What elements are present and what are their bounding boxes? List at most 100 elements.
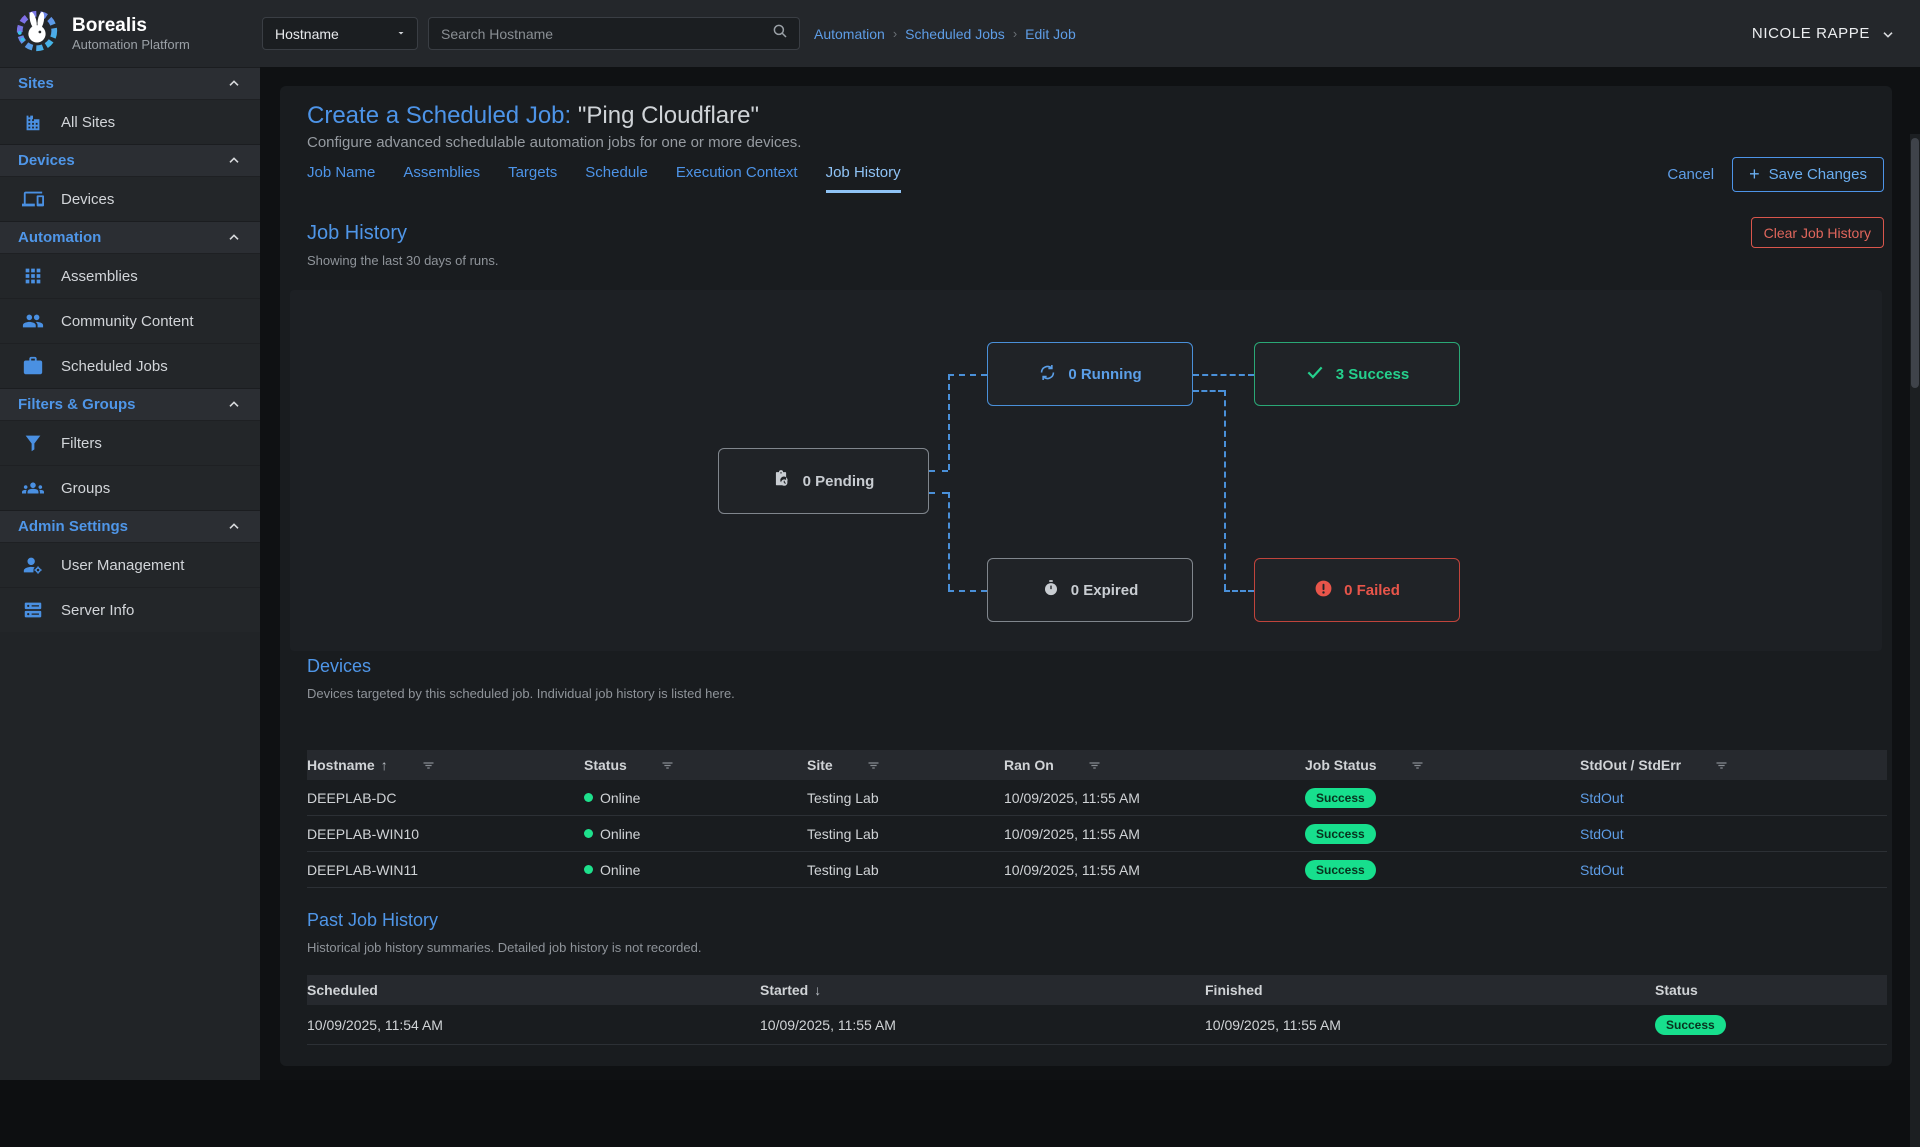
stdout-link[interactable]: StdOut (1580, 790, 1624, 806)
devices-icon (22, 188, 44, 210)
sidebar-section-automation[interactable]: Automation (0, 221, 260, 253)
hostname-select[interactable]: Hostname (262, 17, 418, 50)
filter-list-icon[interactable] (1410, 758, 1425, 773)
column-header-status[interactable]: Status (584, 757, 627, 773)
column-header-site[interactable]: Site (807, 757, 833, 773)
sidebar: Borealis Automation Platform Sites All S… (0, 0, 260, 1080)
sidebar-item-devices[interactable]: Devices (0, 176, 260, 221)
sidebar-section-sites[interactable]: Sites (0, 67, 260, 99)
job-history-subheading: Showing the last 30 days of runs. (307, 253, 499, 268)
job-status-cell: Success (1305, 788, 1580, 808)
filter-list-icon[interactable] (660, 758, 675, 773)
started-cell: 10/09/2025, 11:55 AM (760, 1017, 1205, 1033)
stopwatch-icon (1042, 579, 1060, 601)
sidebar-item-scheduled-jobs[interactable]: Scheduled Jobs (0, 343, 260, 388)
sidebar-item-server-info[interactable]: Server Info (0, 587, 260, 632)
flow-box-label: 0 Failed (1344, 582, 1400, 599)
tab-schedule[interactable]: Schedule (585, 164, 648, 193)
user-menu[interactable]: NICOLE RAPPE (1752, 25, 1896, 42)
column-header-status[interactable]: Status (1655, 982, 1698, 998)
flow-box-label: 0 Expired (1071, 582, 1139, 599)
hostname-cell: DEEPLAB-WIN10 (307, 826, 584, 842)
sidebar-item-label: Scheduled Jobs (61, 358, 168, 375)
flow-connector (948, 590, 987, 592)
sidebar-section-devices[interactable]: Devices (0, 144, 260, 176)
sidebar-section-admin-settings[interactable]: Admin Settings (0, 510, 260, 542)
filter-list-icon[interactable] (866, 758, 881, 773)
sidebar-item-filters[interactable]: Filters (0, 420, 260, 465)
sidebar-section-filters-groups[interactable]: Filters & Groups (0, 388, 260, 420)
section-label: Devices (18, 152, 75, 169)
filter-list-icon[interactable] (1714, 758, 1729, 773)
filter-list-icon[interactable] (1087, 758, 1102, 773)
status-cell: Online (584, 790, 807, 806)
breadcrumb-automation[interactable]: Automation (814, 26, 885, 42)
flow-box-failed: 0 Failed (1254, 558, 1460, 622)
tab-targets[interactable]: Targets (508, 164, 557, 193)
flow-connector (948, 492, 950, 590)
devices-subheading: Devices targeted by this scheduled job. … (307, 686, 735, 701)
search-input[interactable] (441, 26, 771, 42)
tab-job-name[interactable]: Job Name (307, 164, 375, 193)
tab-execution-context[interactable]: Execution Context (676, 164, 798, 193)
chevron-up-icon (226, 230, 242, 246)
breadcrumb-edit-job[interactable]: Edit Job (1025, 26, 1076, 42)
section-label: Automation (18, 229, 101, 246)
scrollbar-thumb[interactable] (1911, 138, 1919, 388)
user-gear-icon (22, 554, 44, 576)
breadcrumb-scheduled-jobs[interactable]: Scheduled Jobs (905, 26, 1005, 42)
column-header-scheduled[interactable]: Scheduled (307, 982, 378, 998)
column-header-ran-on[interactable]: Ran On (1004, 757, 1054, 773)
check-icon (1305, 362, 1325, 386)
finished-cell: 10/09/2025, 11:55 AM (1205, 1017, 1655, 1033)
page-title: Create a Scheduled Job: "Ping Cloudflare… (307, 102, 759, 130)
sidebar-item-user-management[interactable]: User Management (0, 542, 260, 587)
user-name: NICOLE RAPPE (1752, 25, 1870, 42)
column-header-stdout-stderr[interactable]: StdOut / StdErr (1580, 757, 1681, 773)
past-job-history-heading: Past Job History (307, 910, 438, 931)
flow-box-label: 0 Pending (803, 473, 875, 490)
stdout-link[interactable]: StdOut (1580, 862, 1624, 878)
sidebar-item-assemblies[interactable]: Assemblies (0, 253, 260, 298)
scrollbar-track[interactable] (1910, 134, 1920, 1147)
stdout-link[interactable]: StdOut (1580, 826, 1624, 842)
sidebar-item-label: Filters (61, 435, 102, 452)
column-header-finished[interactable]: Finished (1205, 982, 1263, 998)
column-header-job-status[interactable]: Job Status (1305, 757, 1377, 773)
flow-box-pending: 0 Pending (718, 448, 929, 514)
sidebar-item-all-sites[interactable]: All Sites (0, 99, 260, 144)
clear-job-history-button[interactable]: Clear Job History (1751, 217, 1884, 248)
stdout-cell: StdOut (1580, 862, 1887, 878)
column-header-hostname[interactable]: Hostname ↑ (307, 757, 388, 773)
sort-asc-icon: ↑ (381, 757, 388, 773)
past-table-header: Scheduled Started↓ Finished Status (307, 975, 1887, 1005)
page-subtitle: Configure advanced schedulable automatio… (307, 134, 801, 151)
breadcrumb-separator: › (893, 26, 897, 41)
stdout-cell: StdOut (1580, 826, 1887, 842)
job-history-heading: Job History (307, 222, 407, 245)
filter-list-icon[interactable] (421, 758, 436, 773)
sidebar-item-label: Assemblies (61, 268, 138, 285)
caret-down-icon (395, 26, 407, 42)
tab-assemblies[interactable]: Assemblies (403, 164, 480, 193)
brand-text: Borealis Automation Platform (72, 15, 190, 52)
sort-desc-icon: ↓ (814, 982, 821, 998)
column-header-started[interactable]: Started↓ (760, 982, 821, 998)
save-changes-button[interactable]: + Save Changes (1732, 157, 1884, 192)
page-title-job-name: "Ping Cloudflare" (571, 102, 759, 129)
flow-box-success: 3 Success (1254, 342, 1460, 406)
tab-job-history[interactable]: Job History (826, 164, 901, 193)
sidebar-item-community-content[interactable]: Community Content (0, 298, 260, 343)
topbar: Hostname Automation › Scheduled Jobs › E… (260, 0, 1920, 67)
site-cell: Testing Lab (807, 826, 1004, 842)
flow-connector (929, 492, 948, 494)
cancel-button[interactable]: Cancel (1667, 166, 1714, 183)
breadcrumb: Automation › Scheduled Jobs › Edit Job (814, 26, 1076, 42)
search-icon[interactable] (771, 22, 789, 45)
people-icon (22, 310, 44, 332)
devices-heading: Devices (307, 656, 371, 677)
status-badge: Success (1305, 788, 1376, 808)
sidebar-item-label: All Sites (61, 114, 115, 131)
sidebar-item-groups[interactable]: Groups (0, 465, 260, 510)
status-cell: Success (1655, 1015, 1887, 1035)
